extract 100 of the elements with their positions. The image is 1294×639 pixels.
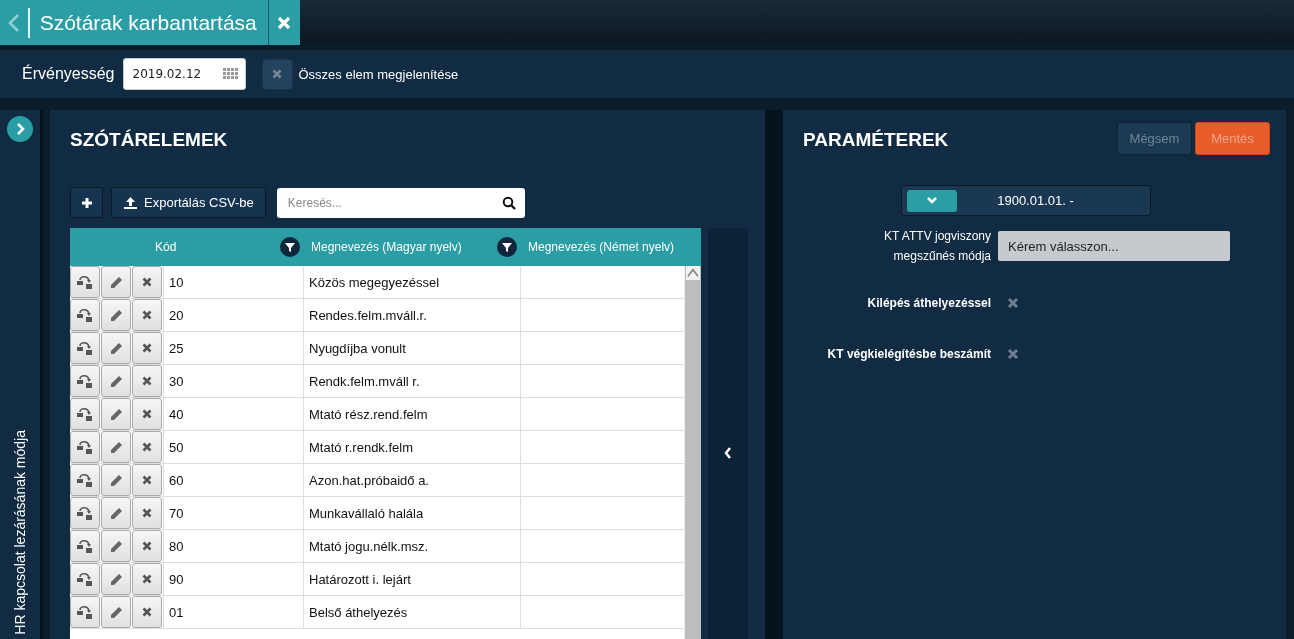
delete-button[interactable] — [132, 398, 162, 430]
save-button[interactable]: Mentés — [1195, 122, 1270, 155]
export-button[interactable]: Exportálás CSV-be — [111, 187, 266, 218]
code-cell: 30 — [163, 365, 303, 397]
filter-icon[interactable] — [497, 237, 517, 257]
plus-icon — [80, 196, 93, 209]
replace-button[interactable] — [70, 431, 100, 463]
replace-button[interactable] — [70, 596, 100, 628]
field-label: Kilépés áthelyezéssel — [866, 295, 991, 312]
edit-button[interactable] — [101, 464, 131, 496]
replace-button[interactable] — [70, 398, 100, 430]
chevron-down-icon — [925, 196, 938, 205]
pencil-icon — [109, 440, 123, 454]
name-cell: Határozott i. lejárt — [303, 563, 520, 595]
delete-button[interactable] — [132, 299, 162, 331]
delete-button[interactable] — [132, 530, 162, 562]
cross-icon — [1007, 348, 1019, 360]
calendar-icon — [222, 68, 239, 80]
swap-icon — [77, 308, 93, 322]
expand-button[interactable] — [7, 116, 33, 142]
code-cell: 01 — [163, 596, 303, 628]
close-icon — [142, 574, 152, 584]
delete-button[interactable] — [132, 464, 162, 496]
code-cell: 50 — [163, 431, 303, 463]
delete-button[interactable] — [132, 596, 162, 628]
column-header[interactable]: Megnevezés (Német nyelv) — [528, 240, 675, 254]
edit-button[interactable] — [101, 497, 131, 529]
close-icon — [142, 343, 152, 353]
period-selector[interactable]: 1900.01.01. - — [900, 185, 1151, 216]
edit-button[interactable] — [101, 563, 131, 595]
swap-icon — [77, 275, 93, 289]
page-title: Szótárak karbantartása — [38, 10, 258, 35]
cancel-button[interactable]: Mégsem — [1117, 122, 1192, 155]
add-button[interactable] — [70, 187, 103, 218]
filter-icon[interactable] — [280, 237, 300, 257]
name-cell: Mtató jogu.nélk.msz. — [303, 530, 520, 562]
replace-button[interactable] — [70, 563, 100, 595]
name-cell: Nyugdíjba vonult — [303, 332, 520, 364]
replace-button[interactable] — [70, 299, 100, 331]
pencil-icon — [109, 374, 123, 388]
name-cell: Mtató rész.rend.felm — [303, 398, 520, 430]
code-cell: 20 — [163, 299, 303, 331]
date-field[interactable]: 2019.02.12 — [122, 58, 246, 90]
close-icon — [142, 310, 152, 320]
swap-icon — [77, 440, 93, 454]
replace-button[interactable] — [70, 332, 100, 364]
replace-button[interactable] — [70, 464, 100, 496]
close-icon — [142, 442, 152, 452]
scrollbar[interactable] — [684, 266, 701, 639]
replace-button[interactable] — [70, 365, 100, 397]
delete-button[interactable] — [132, 332, 162, 364]
delete-button[interactable] — [132, 431, 162, 463]
scroll-up-icon[interactable] — [686, 266, 700, 280]
swap-icon — [77, 374, 93, 388]
swap-icon — [77, 506, 93, 520]
show-all-checkbox[interactable] — [261, 58, 293, 90]
pencil-icon — [109, 506, 123, 520]
panel-title: PARAMÉTEREK — [803, 128, 949, 151]
edit-button[interactable] — [101, 332, 131, 364]
code-cell: 40 — [163, 398, 303, 430]
pencil-icon — [109, 275, 123, 289]
delete-button[interactable] — [132, 266, 162, 298]
replace-button[interactable] — [70, 266, 100, 298]
edit-button[interactable] — [101, 365, 131, 397]
close-icon — [142, 376, 152, 386]
chevron-right-icon — [15, 123, 25, 135]
edit-button[interactable] — [101, 266, 131, 298]
select-field[interactable]: Kérem válasszon... — [998, 231, 1230, 261]
swap-icon — [77, 572, 93, 586]
swap-icon — [77, 605, 93, 619]
delete-button[interactable] — [132, 497, 162, 529]
edit-button[interactable] — [101, 530, 131, 562]
edit-button[interactable] — [101, 398, 131, 430]
delete-button[interactable] — [132, 365, 162, 397]
page-tab[interactable]: Szótárak karbantartása — [0, 0, 300, 45]
edit-button[interactable] — [101, 596, 131, 628]
close-icon — [142, 277, 152, 287]
pencil-icon — [109, 473, 123, 487]
search-icon — [501, 195, 516, 210]
upload-icon — [123, 195, 138, 210]
edit-button[interactable] — [101, 299, 131, 331]
column-header[interactable]: Kód — [155, 240, 177, 254]
column-header[interactable]: Megnevezés (Magyar nyelv) — [311, 240, 462, 254]
search-field[interactable]: Keresés... — [276, 187, 525, 218]
swap-icon — [77, 473, 93, 487]
replace-button[interactable] — [70, 530, 100, 562]
edit-button[interactable] — [101, 431, 131, 463]
code-cell: 90 — [163, 563, 303, 595]
code-cell: 60 — [163, 464, 303, 496]
close-icon — [142, 409, 152, 419]
replace-button[interactable] — [70, 497, 100, 529]
panel-title: SZÓTÁRELEMEK — [70, 128, 229, 151]
delete-button[interactable] — [132, 563, 162, 595]
swap-icon — [77, 341, 93, 355]
checkbox[interactable] — [1007, 297, 1019, 309]
back-icon — [7, 12, 20, 33]
name-cell: Belső áthelyezés — [303, 596, 520, 628]
pencil-icon — [109, 572, 123, 586]
checkbox[interactable] — [1007, 348, 1019, 360]
pencil-icon — [109, 308, 123, 322]
